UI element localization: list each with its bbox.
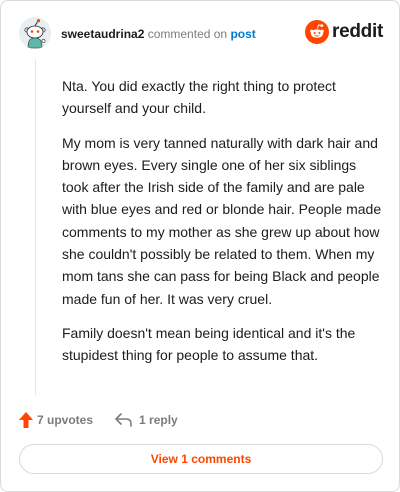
upvote-arrow-icon: [19, 412, 33, 428]
thread-line: [35, 59, 36, 395]
reply-count: 1 reply: [139, 413, 178, 427]
comment-body: Nta. You did exactly the right thing to …: [62, 75, 384, 379]
comment-card: sweetaudrina2 commented on post reddit N…: [0, 0, 400, 492]
comment-paragraph: Nta. You did exactly the right thing to …: [62, 78, 336, 117]
reply-arrow-icon: [115, 413, 132, 427]
view-comments-button[interactable]: View 1 comments: [19, 444, 383, 474]
view-comments-label: View 1 comments: [150, 452, 252, 466]
comment-paragraph: Family doesn't mean being identical and …: [62, 324, 356, 364]
reddit-snoo-icon: [305, 20, 330, 44]
reddit-logo[interactable]: reddit: [305, 19, 383, 45]
comment-actions: 7 upvotes 1 reply: [19, 409, 178, 431]
upvote-button[interactable]: 7 upvotes: [19, 412, 93, 428]
comment-meta: sweetaudrina2 commented on post: [61, 27, 256, 41]
comment-paragraph: My mom is very tanned naturally with dar…: [62, 134, 382, 307]
action-text: commented on: [147, 27, 228, 41]
brand-wordmark: reddit: [332, 21, 383, 42]
reply-button[interactable]: 1 reply: [115, 413, 178, 427]
snoo-avatar-icon: [19, 17, 51, 49]
username-link[interactable]: sweetaudrina2: [61, 27, 144, 41]
comment-header: sweetaudrina2 commented on post reddit: [19, 17, 383, 51]
upvote-count: 7 upvotes: [37, 413, 94, 427]
user-avatar[interactable]: [19, 17, 51, 49]
post-link[interactable]: post: [230, 27, 255, 41]
